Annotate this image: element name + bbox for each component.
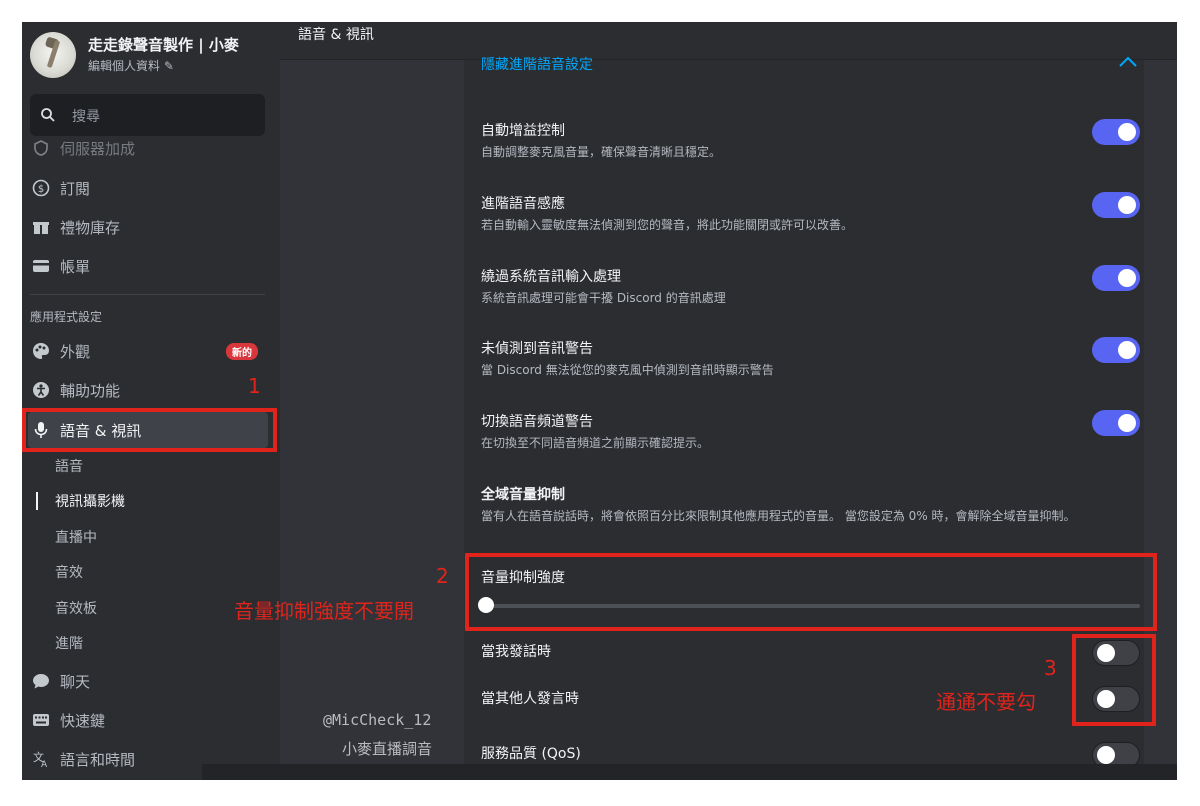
toggle-switch-channel-warning[interactable] [1092,410,1140,436]
edit-profile-link[interactable]: 編輯個人資料 ✎ [88,57,174,74]
toggle-knob [1118,196,1136,214]
svg-text:A: A [41,760,48,768]
shield-icon [31,138,51,158]
toggle-knob [1118,269,1136,287]
option-title-auto-gain: 自動增益控制 [481,123,565,139]
new-badge: 新的 [226,342,258,360]
sidebar-item-subscriptions[interactable]: $ 訂閱 [28,170,268,206]
search-icon [41,108,55,122]
toggle-auto-gain[interactable] [1092,119,1140,145]
sidebar-item-server-boost[interactable]: 伺服器加成 [28,130,268,166]
watermark-handle: @MicCheck_12 [323,711,432,729]
sidebar-item-label: 訂閱 [60,179,91,198]
watermark-name: 小麥直播調音 [342,740,433,758]
annotation-note-3: 通通不要勾 [936,690,1036,714]
search-placeholder: 搜尋 [72,109,100,125]
sidebar-item-label: 輔助功能 [60,381,121,400]
annotation-number-1: 1 [248,374,261,398]
chevron-up-icon[interactable] [1118,54,1138,68]
sidebar-item-label: 快速鍵 [60,711,106,730]
sidebar-item-label: 伺服器加成 [60,139,136,158]
profile-name: 走走錄聲音製作 | 小麥 [88,36,239,54]
option-title-when-others-speak: 當其他人發言時 [481,691,579,707]
annotation-box-1 [22,408,277,452]
sidebar-item-keybinds[interactable]: 快速鍵 [28,702,268,738]
gift-icon [31,217,51,237]
option-title-bypass-system-audio: 繞過系統音訊輸入處理 [481,269,621,285]
section-header-app-settings: 應用程式設定 [30,310,103,324]
page-title: 語音 & 視訊 [298,27,374,43]
language-icon: 文A [31,749,51,769]
sidebar-item-accessibility[interactable]: 輔助功能 [28,372,268,408]
option-desc-bypass-system-audio: 系統音訊處理可能會干擾 Discord 的音訊處理 [481,291,726,305]
attenuation-desc: 當有人在語音說話時，將會依照百分比來限制其他應用程式的音量。 當您設定為 0% … [481,509,1076,523]
sidebar-subitem-sound-effects[interactable]: 音效 [55,562,83,582]
attenuation-title: 全域音量抑制 [481,487,565,503]
option-desc-switch-channel-warning: 在切換至不同語音頻道之前顯示確認提示。 [481,436,710,450]
coin-icon: $ [31,178,51,198]
option-title-qos: 服務品質 (QoS) [481,746,581,762]
annotation-box-2 [465,553,1157,631]
toggle-knob [1097,746,1115,764]
sidebar-subitem-video-camera[interactable]: 視訊攝影機 [55,491,125,511]
sidebar-item-label: 禮物庫存 [60,218,121,237]
bottom-bar [202,764,1177,780]
toggle-knob [1118,341,1136,359]
sidebar-divider [30,294,265,295]
toggle-no-audio-warning[interactable] [1092,337,1140,363]
card-icon [31,256,51,276]
content-header [280,22,1177,60]
settings-sidebar: 走走錄聲音製作 | 小麥 編輯個人資料 ✎ 搜尋 伺服器加成 $ 訂閱 禮物庫存… [22,22,280,780]
toggle-bypass-system-audio[interactable] [1092,265,1140,291]
option-title-advanced-voice-activity: 進階語音感應 [481,196,565,212]
sidebar-item-gift-inventory[interactable]: 禮物庫存 [28,209,268,245]
sidebar-item-billing[interactable]: 帳單 [28,248,268,284]
palette-icon [31,341,51,361]
option-desc-no-audio-warning: 當 Discord 無法從您的麥克風中偵測到音訊時顯示警告 [481,363,774,377]
toggle-knob [1118,414,1136,432]
annotation-note-2: 音量抑制強度不要開 [234,599,414,623]
annotation-number-3: 3 [1044,656,1057,680]
accessibility-icon [31,380,51,400]
sidebar-subitem-advanced[interactable]: 進階 [55,633,83,653]
option-desc-auto-gain: 自動調整麥克風音量，確保聲音清晰且穩定。 [481,145,722,159]
sidebar-subitem-voice[interactable]: 語音 [55,456,83,476]
option-title-switch-channel-warning: 切換語音頻道警告 [481,414,593,430]
sidebar-item-label: 聊天 [60,672,91,691]
sidebar-item-chat[interactable]: 聊天 [28,663,268,699]
app-window: 走走錄聲音製作 | 小麥 編輯個人資料 ✎ 搜尋 伺服器加成 $ 訂閱 禮物庫存… [22,22,1177,780]
active-subitem-marker [36,492,38,510]
annotation-number-2: 2 [436,564,449,588]
keyboard-icon [31,710,51,730]
option-desc-advanced-voice-activity: 若自動輸入靈敏度無法偵測到您的聲音，將此功能關閉或許可以改善。 [481,218,854,232]
svg-text:$: $ [38,184,44,195]
toggle-knob [1118,123,1136,141]
sidebar-item-label: 語言和時間 [60,750,136,769]
chat-icon [31,671,51,691]
option-title-when-i-speak: 當我發話時 [481,644,551,660]
avatar[interactable] [30,32,76,78]
sidebar-subitem-streaming[interactable]: 直播中 [55,527,97,547]
option-title-no-audio-warning: 未偵測到音訊警告 [481,341,593,357]
sidebar-subitem-soundboard[interactable]: 音效板 [55,598,97,618]
toggle-advanced-voice-activity[interactable] [1092,192,1140,218]
hide-advanced-voice-link[interactable]: 隱藏進階語音設定 [481,54,593,74]
annotation-box-3 [1072,634,1156,726]
sidebar-item-appearance[interactable]: 外觀 新的 [28,333,268,369]
sidebar-item-label: 外觀 [60,342,91,361]
sidebar-item-label: 帳單 [60,257,91,276]
